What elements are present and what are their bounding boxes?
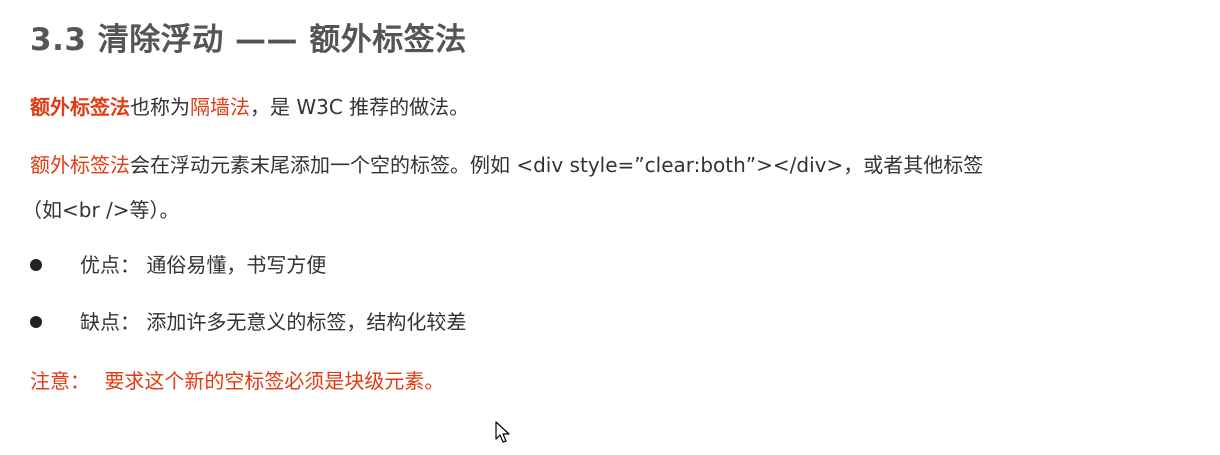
mouse-pointer-icon [495,421,510,443]
bullet-dot-icon [30,316,42,328]
bullet-item-advantages: 优点： 通俗易懂，书写方便 [80,253,327,277]
bullet-dot-icon [30,259,42,271]
note-text: 要求这个新的空标签必须是块级元素。 [104,369,445,393]
page-title: 3.3 清除浮动 —— 额外标签法 [30,22,467,58]
paragraph-intro: 额外标签法也称为隔墙法，是 W3C 推荐的做法。 [30,93,469,121]
note-label: 注意： [30,369,90,393]
bullet-item-disadvantages: 缺点： 添加许多无意义的标签，结构化较差 [80,310,467,334]
description-text-line-1: 会在浮动元素末尾添加一个空的标签。例如 <div style=”clear:bo… [130,153,984,177]
term-extra-tag-method: 额外标签法 [30,95,130,119]
slide: 3.3 清除浮动 —— 额外标签法 额外标签法也称为隔墙法，是 W3C 推荐的做… [0,0,1220,455]
note-line: 注意： 要求这个新的空标签必须是块级元素。 [30,367,444,395]
paragraph-description: 额外标签法会在浮动元素末尾添加一个空的标签。例如 <div style=”cle… [30,151,983,179]
term-wall-method: 隔墙法 [190,95,250,119]
intro-text-1: 也称为 [130,95,190,119]
paragraph-description-continued: （如<br />等）。 [22,198,180,222]
term-extra-tag-method-2: 额外标签法 [30,153,130,177]
intro-text-2: ，是 W3C 推荐的做法。 [250,95,470,119]
